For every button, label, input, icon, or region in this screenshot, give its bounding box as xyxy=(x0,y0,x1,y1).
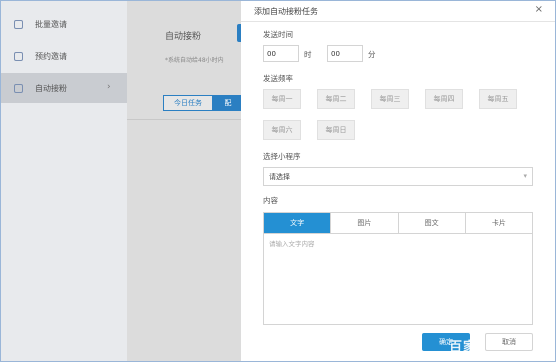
chevron-right-icon: › xyxy=(107,82,111,92)
contact-icon xyxy=(14,83,23,93)
tab-text[interactable]: 文字 xyxy=(264,213,332,233)
tab-today-tasks[interactable]: 今日任务 xyxy=(163,95,213,111)
tab-image[interactable]: 图片 xyxy=(331,213,399,233)
chevron-down-icon: ▾ xyxy=(523,172,527,180)
minute-unit: 分 xyxy=(368,50,376,59)
divider xyxy=(241,21,555,22)
hour-input[interactable]: 00 xyxy=(263,45,299,62)
close-icon[interactable]: × xyxy=(535,4,543,15)
cancel-button[interactable]: 取消 xyxy=(485,333,533,351)
day-monday-button[interactable]: 每周一 xyxy=(263,89,301,109)
day-sunday-button[interactable]: 每周日 xyxy=(317,120,355,140)
day-wednesday-button[interactable]: 每周三 xyxy=(371,89,409,109)
sidebar-item-label: 批量邀请 xyxy=(35,19,67,29)
tab-card[interactable]: 卡片 xyxy=(466,213,532,233)
content-type-tabs: 文字 图片 图文 卡片 xyxy=(263,212,533,234)
sidebar-item-label: 预约邀请 xyxy=(35,51,67,61)
content-label: 内容 xyxy=(263,196,278,205)
day-thursday-button[interactable]: 每周四 xyxy=(425,89,463,109)
tab-config[interactable]: 配 xyxy=(213,95,243,111)
day-saturday-button[interactable]: 每周六 xyxy=(263,120,301,140)
sidebar-item-auto-follow[interactable]: 自动接粉 › xyxy=(1,73,127,103)
sidebar-item-scheduled-invite[interactable]: 预约邀请 xyxy=(1,41,127,71)
page-note: *系统自动给48小时内 xyxy=(165,57,224,64)
add-task-dialog: 添加自动接粉任务 × 发送时间 00 时 00 分 发送频率 每周一 每周二 每… xyxy=(241,1,555,361)
invite-icon xyxy=(14,19,23,29)
day-friday-button[interactable]: 每周五 xyxy=(479,89,517,109)
minute-input[interactable]: 00 xyxy=(327,45,363,62)
send-time-label: 发送时间 xyxy=(263,30,293,39)
app-window: 批量邀请 预约邀请 自动接粉 › 自动接粉 *系统自动给48小时内 今日任务 配… xyxy=(0,0,556,362)
divider xyxy=(127,119,242,120)
watermark: 百家 xyxy=(449,340,478,355)
miniprogram-select[interactable]: 请选择 ▾ xyxy=(263,167,533,186)
tab-image-text[interactable]: 图文 xyxy=(399,213,466,233)
calendar-icon xyxy=(14,51,23,61)
sidebar: 批量邀请 预约邀请 自动接粉 › xyxy=(1,1,127,361)
sidebar-item-batch-invite[interactable]: 批量邀请 xyxy=(1,9,127,39)
page-title: 自动接粉 xyxy=(165,32,202,42)
dialog-title: 添加自动接粉任务 xyxy=(254,7,318,16)
content-textarea[interactable]: 请输入文字内容 xyxy=(263,234,533,325)
day-tuesday-button[interactable]: 每周二 xyxy=(317,89,355,109)
frequency-label: 发送频率 xyxy=(263,74,293,83)
miniprogram-label: 选择小程序 xyxy=(263,152,301,161)
sidebar-item-label: 自动接粉 xyxy=(35,83,67,93)
select-value: 请选择 xyxy=(269,172,290,181)
hour-unit: 时 xyxy=(304,50,312,59)
